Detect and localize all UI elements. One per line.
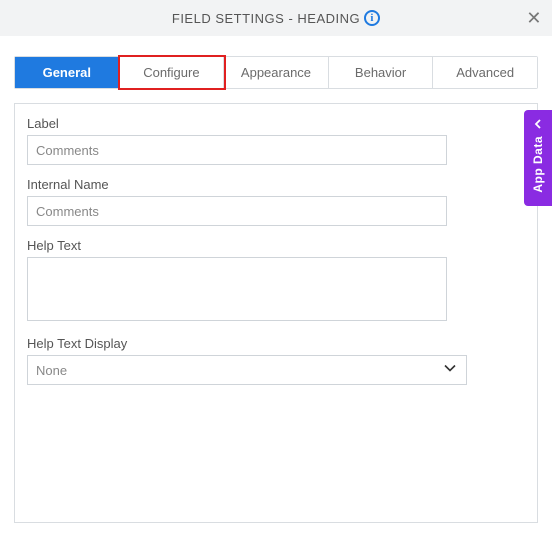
- tab-configure[interactable]: Configure: [120, 57, 225, 88]
- dialog-header: FIELD SETTINGS - HEADING i ✕: [0, 0, 552, 36]
- chevron-left-icon: [533, 118, 543, 132]
- close-icon[interactable]: ✕: [526, 0, 542, 36]
- tab-behavior[interactable]: Behavior: [329, 57, 434, 88]
- help-text-label: Help Text: [27, 238, 525, 253]
- internal-name-label: Internal Name: [27, 177, 525, 192]
- info-icon[interactable]: i: [364, 10, 380, 26]
- general-panel: Label Internal Name Help Text Help Text …: [14, 103, 538, 523]
- label-input[interactable]: [27, 135, 447, 165]
- tab-advanced[interactable]: Advanced: [433, 57, 537, 88]
- app-data-panel-toggle[interactable]: App Data: [524, 110, 552, 206]
- app-data-label: App Data: [531, 136, 545, 193]
- label-field-label: Label: [27, 116, 525, 131]
- help-text-display-label: Help Text Display: [27, 336, 525, 351]
- internal-name-input[interactable]: [27, 196, 447, 226]
- tab-general[interactable]: General: [15, 57, 120, 88]
- help-text-display-select[interactable]: None: [27, 355, 467, 385]
- tab-bar: General Configure Appearance Behavior Ad…: [14, 56, 538, 89]
- tab-appearance[interactable]: Appearance: [224, 57, 329, 88]
- dialog-title: FIELD SETTINGS - HEADING: [172, 11, 360, 26]
- help-text-input[interactable]: [27, 257, 447, 321]
- help-text-display-value: None: [36, 363, 67, 378]
